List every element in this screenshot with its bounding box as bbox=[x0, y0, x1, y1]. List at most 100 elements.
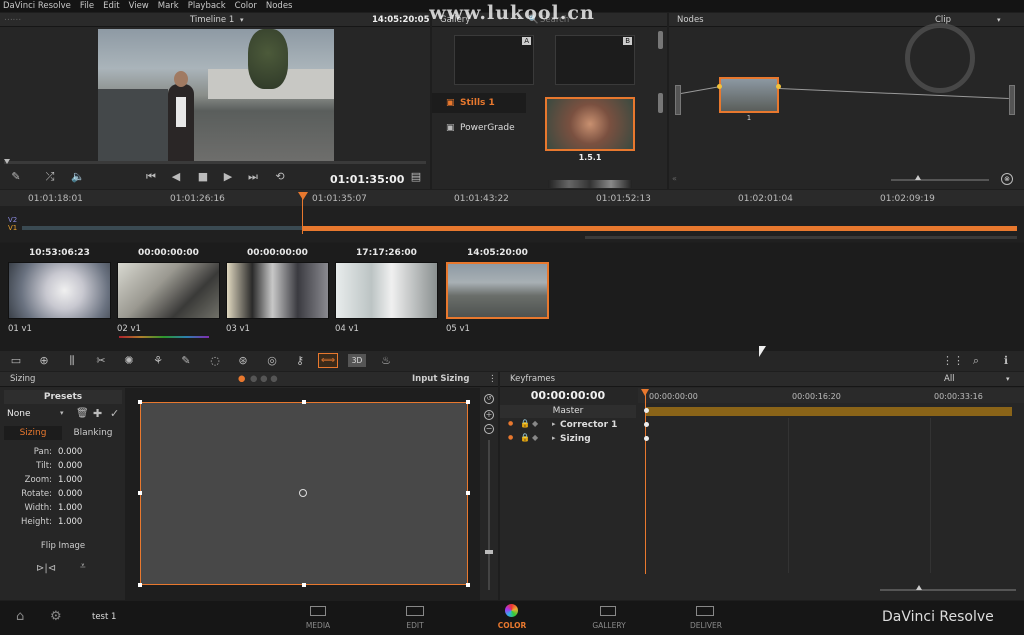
track-v1-clip-prev[interactable] bbox=[22, 226, 302, 230]
reset-icon[interactable]: ↺ bbox=[484, 394, 494, 404]
chevron-down-icon[interactable]: ▾ bbox=[240, 16, 244, 24]
nodes-settings-icon[interactable]: ⊗ bbox=[1001, 173, 1013, 185]
menu-file[interactable]: File bbox=[80, 1, 94, 11]
nodes-zoom-slider[interactable] bbox=[891, 175, 989, 181]
chevron-down-icon[interactable]: ▾ bbox=[997, 16, 1001, 24]
more-icon[interactable]: ⋮ bbox=[488, 374, 497, 384]
grid-view-icon[interactable]: ⋮⋮ bbox=[942, 355, 964, 367]
playhead-marker-icon[interactable] bbox=[4, 159, 10, 164]
tracker-icon[interactable]: ⊛ bbox=[235, 355, 251, 367]
zoom-icon[interactable]: ⌕ bbox=[968, 355, 984, 367]
chevron-down-icon[interactable]: ▾ bbox=[60, 409, 64, 417]
gallery-scrollbar-bottom[interactable] bbox=[658, 93, 663, 113]
skip-back-icon[interactable]: ⏮ bbox=[143, 171, 159, 183]
sizing-icon[interactable]: ⟺ bbox=[318, 353, 338, 368]
resize-handle[interactable] bbox=[466, 400, 470, 404]
stop-icon[interactable]: ■ bbox=[195, 171, 211, 183]
resize-handle[interactable] bbox=[138, 491, 142, 495]
expand-arrow-icon[interactable]: ▸ bbox=[552, 420, 556, 428]
center-point-icon[interactable] bbox=[299, 489, 307, 497]
menu-mark[interactable]: Mark bbox=[158, 1, 179, 11]
power-window-icon[interactable]: ◌ bbox=[207, 355, 223, 367]
clip-thumbnail-05[interactable] bbox=[446, 262, 549, 319]
param-value-rotate[interactable]: 0.000 bbox=[58, 489, 82, 499]
play-icon[interactable]: ▶ bbox=[220, 171, 236, 183]
chevron-down-icon[interactable]: ▾ bbox=[1006, 375, 1010, 383]
keyframe-marker[interactable] bbox=[644, 422, 649, 427]
expand-arrow-icon[interactable]: ▸ bbox=[552, 434, 556, 442]
eyedropper-icon[interactable]: ✎ bbox=[8, 171, 24, 183]
kf-enable-dot[interactable]: ● bbox=[508, 420, 513, 427]
nav-color[interactable]: COLOR bbox=[482, 621, 542, 630]
kf-row-corrector-1[interactable]: Corrector 1 bbox=[560, 420, 617, 430]
diamond-icon[interactable]: ◆ bbox=[532, 419, 538, 428]
media-page-icon[interactable] bbox=[310, 606, 326, 616]
diamond-icon[interactable]: ◆ bbox=[532, 433, 538, 442]
slider-thumb-icon[interactable] bbox=[915, 175, 921, 180]
album-stills-1[interactable]: ▣ Stills 1 bbox=[432, 93, 526, 113]
primaries-bars-icon[interactable]: ⫼ bbox=[64, 355, 80, 367]
album-powergrade[interactable]: ▣ PowerGrade bbox=[432, 119, 526, 137]
resize-handle[interactable] bbox=[302, 583, 306, 587]
menu-nodes[interactable]: Nodes bbox=[266, 1, 293, 11]
nav-edit[interactable]: EDIT bbox=[385, 621, 445, 630]
menu-view[interactable]: View bbox=[129, 1, 149, 11]
nav-deliver[interactable]: DELIVER bbox=[676, 621, 736, 630]
page-dot-active[interactable]: ● bbox=[238, 374, 245, 384]
flip-horizontal-icon[interactable]: ⊳|⊲ bbox=[36, 563, 56, 574]
color-wheels-icon[interactable]: ⊕ bbox=[36, 355, 52, 367]
volume-icon[interactable]: 🔈 bbox=[70, 171, 86, 183]
clip-thumbnail-02[interactable] bbox=[117, 262, 220, 319]
tab-blanking[interactable]: Blanking bbox=[64, 426, 122, 440]
slider-thumb-icon[interactable] bbox=[916, 585, 922, 590]
qualifier-icon[interactable]: ✎ bbox=[178, 355, 194, 367]
track-v1-clip-current[interactable] bbox=[303, 226, 1017, 231]
collapse-icon[interactable]: « bbox=[672, 174, 677, 183]
nav-media[interactable]: MEDIA bbox=[288, 621, 348, 630]
resize-handle[interactable] bbox=[138, 400, 142, 404]
kf-row-master[interactable]: Master bbox=[500, 405, 636, 418]
slider-thumb-icon[interactable] bbox=[485, 550, 493, 554]
deliver-page-icon[interactable] bbox=[696, 606, 714, 616]
canvas-zoom-slider[interactable] bbox=[485, 440, 493, 590]
keyframe-marker[interactable] bbox=[644, 436, 649, 441]
resize-handle[interactable] bbox=[466, 491, 470, 495]
camera-raw-icon[interactable]: ▭ bbox=[8, 355, 24, 367]
menu-color[interactable]: Color bbox=[235, 1, 257, 11]
viewer-scrubber[interactable] bbox=[4, 159, 426, 164]
skip-forward-icon[interactable]: ⏭ bbox=[245, 171, 261, 183]
timeline-scrollbar[interactable] bbox=[585, 236, 1017, 239]
kf-zoom-slider[interactable] bbox=[880, 585, 1016, 591]
home-icon[interactable]: ⌂ bbox=[16, 609, 24, 624]
menu-playback[interactable]: Playback bbox=[188, 1, 226, 11]
shuffle-icon[interactable]: ⤮ bbox=[42, 171, 58, 183]
still-thumbnail-next[interactable] bbox=[548, 180, 632, 188]
clip-thumbnail-04[interactable] bbox=[335, 262, 438, 319]
keyframes-filter-select[interactable]: All bbox=[944, 374, 955, 384]
resize-handle[interactable] bbox=[466, 583, 470, 587]
stereo-3d-icon[interactable]: 3D bbox=[348, 354, 366, 367]
preset-select[interactable]: None bbox=[7, 409, 30, 419]
gear-icon[interactable]: ⚙ bbox=[50, 609, 62, 624]
still-thumbnail[interactable] bbox=[545, 97, 635, 151]
loop-icon[interactable]: ⟲ bbox=[272, 171, 288, 183]
param-value-height[interactable]: 1.000 bbox=[58, 517, 82, 527]
timeline-ruler[interactable] bbox=[0, 190, 1024, 206]
trash-icon[interactable]: 🗑 bbox=[76, 408, 89, 419]
node-output-dot[interactable] bbox=[776, 84, 781, 89]
param-value-width[interactable]: 1.000 bbox=[58, 503, 82, 513]
color-match-icon[interactable]: ✺ bbox=[121, 355, 137, 367]
page-dot[interactable]: ● ● ● bbox=[250, 374, 278, 384]
node-output-connector[interactable] bbox=[1009, 85, 1015, 115]
blur-icon[interactable]: ◎ bbox=[264, 355, 280, 367]
rgb-mixer-icon[interactable]: ⚘ bbox=[150, 355, 166, 367]
lock-icon[interactable]: 🔒 bbox=[520, 419, 530, 428]
timeline-title[interactable]: Timeline 1 bbox=[190, 15, 234, 25]
menu-app[interactable]: DaVinci Resolve bbox=[3, 1, 71, 11]
node-input-dot[interactable] bbox=[717, 84, 722, 89]
param-value-tilt[interactable]: 0.000 bbox=[58, 461, 82, 471]
kf-row-sizing[interactable]: Sizing bbox=[560, 434, 591, 444]
info-icon[interactable]: ℹ bbox=[998, 355, 1014, 367]
flip-vertical-icon[interactable]: ⩡ bbox=[80, 561, 86, 572]
resize-handle[interactable] bbox=[302, 400, 306, 404]
